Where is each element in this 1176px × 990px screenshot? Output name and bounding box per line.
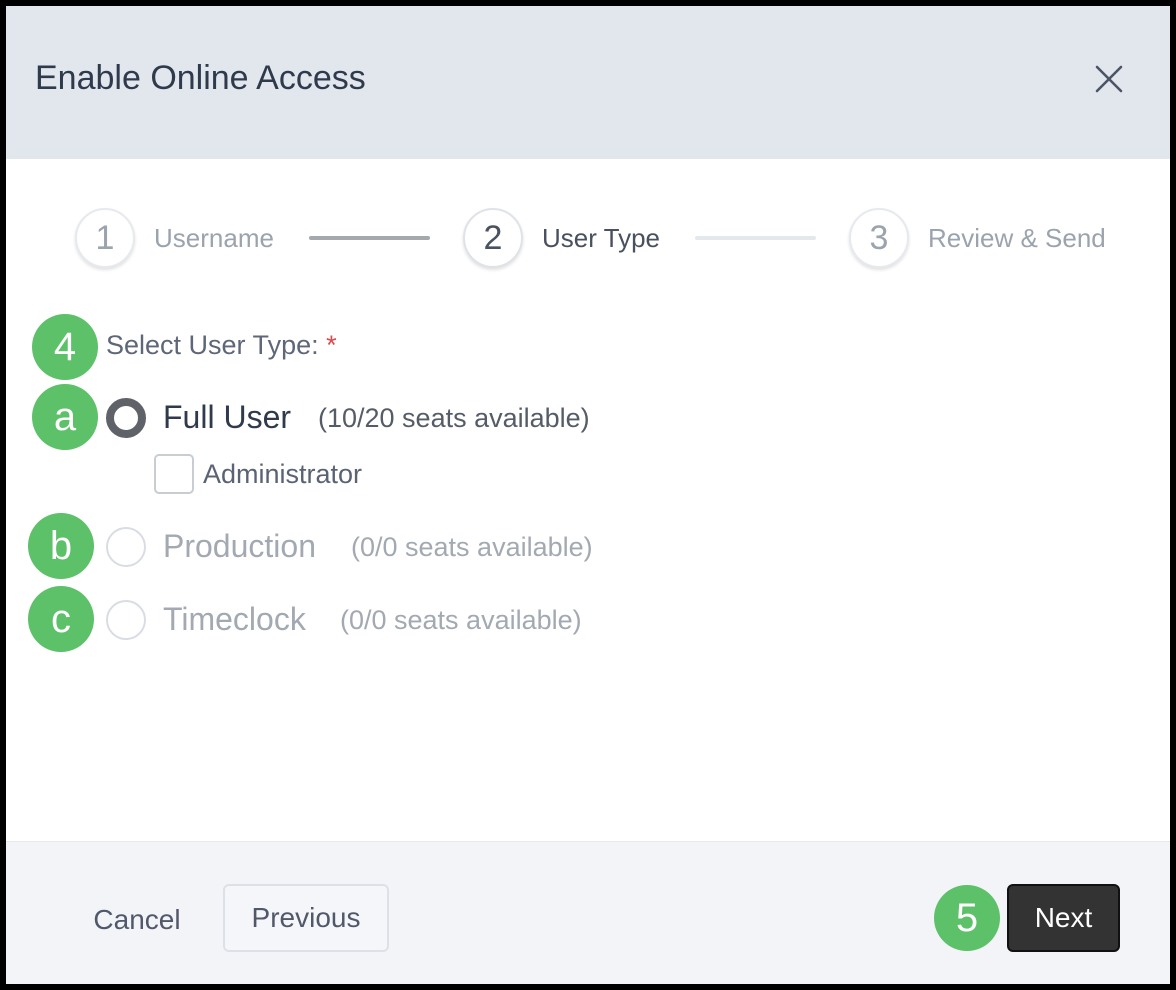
step-3-number: 3 xyxy=(849,208,909,268)
annotation-badge-5: 5 xyxy=(934,885,1000,951)
production-label[interactable]: Production xyxy=(163,527,316,565)
enable-online-access-dialog: Enable Online Access 1 Username 2 User T… xyxy=(6,6,1170,984)
production-seats: (0/0 seats available) xyxy=(351,532,593,562)
annotation-badge-a: a xyxy=(32,384,98,450)
dialog-header: Enable Online Access xyxy=(6,6,1170,159)
dialog-title: Enable Online Access xyxy=(35,59,366,97)
annotation-badge-4: 4 xyxy=(32,314,98,380)
previous-button[interactable]: Previous xyxy=(223,884,389,952)
step-2-number: 2 xyxy=(463,208,523,268)
step-connector-2 xyxy=(695,236,816,240)
user-type-label-text: Select User Type: xyxy=(106,330,319,360)
full-user-label[interactable]: Full User xyxy=(163,398,291,436)
step-3-label: Review & Send xyxy=(928,223,1106,253)
dialog-footer: Cancel Previous 5 Next xyxy=(6,841,1170,984)
cancel-button[interactable]: Cancel xyxy=(72,890,202,950)
administrator-label[interactable]: Administrator xyxy=(203,458,362,490)
next-button[interactable]: Next xyxy=(1007,884,1120,952)
step-2-label: User Type xyxy=(542,223,661,253)
full-user-radio[interactable] xyxy=(106,398,146,438)
full-user-seats: (10/20 seats available) xyxy=(318,403,590,433)
timeclock-label[interactable]: Timeclock xyxy=(163,600,306,638)
close-icon[interactable] xyxy=(1094,64,1124,94)
step-1-label: Username xyxy=(154,223,274,253)
annotation-badge-b: b xyxy=(28,513,94,579)
user-type-label: Select User Type: * xyxy=(106,329,337,361)
timeclock-seats: (0/0 seats available) xyxy=(340,605,582,635)
timeclock-radio[interactable] xyxy=(106,600,146,640)
annotation-badge-c: c xyxy=(28,586,94,652)
step-connector-1 xyxy=(309,236,430,240)
production-radio[interactable] xyxy=(106,527,146,567)
step-1-number: 1 xyxy=(75,208,135,268)
required-marker: * xyxy=(326,330,337,360)
administrator-checkbox[interactable] xyxy=(154,454,194,494)
